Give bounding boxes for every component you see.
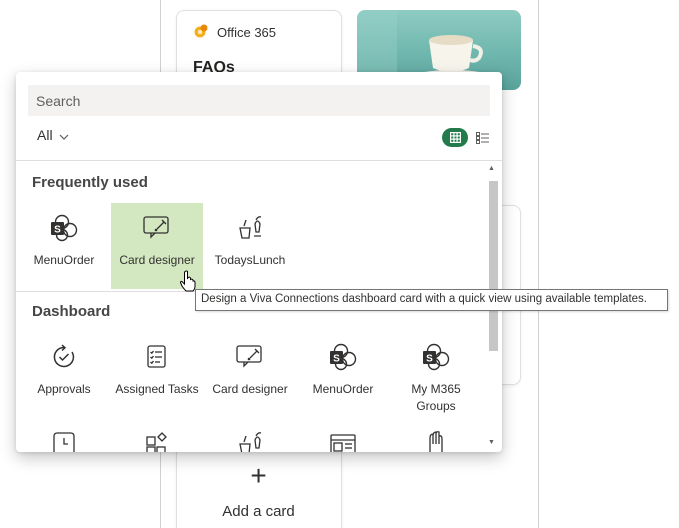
add-card-plus-icon[interactable]: + — [176, 460, 341, 492]
approvals-icon — [18, 342, 110, 372]
hand-cursor-icon — [179, 270, 197, 297]
tile-partial[interactable] — [297, 419, 389, 452]
tooltip: Design a Viva Connections dashboard card… — [195, 289, 668, 311]
scroll-up-icon[interactable]: ▲ — [488, 165, 495, 172]
card-designer-icon — [204, 342, 296, 372]
list-view-icon[interactable] — [474, 130, 490, 146]
tile-my-m365-groups[interactable]: S My M365 Groups — [390, 332, 482, 418]
lunch-icon — [204, 429, 296, 452]
card-source-label: Office 365 — [217, 25, 277, 40]
tile-todayslunch[interactable]: TodaysLunch — [204, 203, 296, 289]
view-toggle — [442, 128, 490, 147]
svg-text:S: S — [333, 354, 340, 365]
tile-partial[interactable] — [18, 419, 110, 452]
office-365-icon — [193, 23, 209, 42]
chevron-down-icon — [59, 127, 69, 143]
search-input[interactable] — [28, 85, 490, 116]
tile-menuorder[interactable]: S MenuOrder — [18, 203, 110, 289]
card-picker-panel: All Frequently used S MenuOrder — [16, 72, 502, 452]
news-icon — [297, 429, 389, 452]
tile-assigned-tasks[interactable]: Assigned Tasks — [111, 332, 203, 418]
section-title-dashboard: Dashboard — [32, 303, 111, 320]
tile-label: Approvals — [37, 382, 91, 396]
lunch-icon — [204, 213, 296, 243]
column-divider — [538, 0, 539, 528]
tile-partial[interactable] — [111, 419, 203, 452]
tasks-icon — [111, 342, 203, 372]
svg-text:S: S — [426, 354, 433, 365]
filter-label: All — [37, 127, 53, 143]
tile-partial[interactable] — [204, 419, 296, 452]
tile-label: Card designer — [119, 253, 195, 267]
sharepoint-icon: S — [390, 342, 482, 372]
scroll-down-icon[interactable]: ▼ — [488, 439, 495, 446]
sharepoint-icon: S — [297, 342, 389, 372]
tile-label: Card designer — [212, 382, 288, 396]
grid-view-icon[interactable] — [442, 128, 468, 147]
tile-menuorder-dashboard[interactable]: S MenuOrder — [297, 332, 389, 418]
card-source: Office 365 — [193, 23, 276, 42]
hand-icon — [390, 429, 482, 452]
filter-dropdown[interactable]: All — [37, 127, 69, 143]
clock-icon — [18, 429, 110, 452]
sharepoint-icon: S — [18, 213, 110, 243]
tile-label: TodaysLunch — [214, 253, 286, 267]
tile-label: MenuOrder — [312, 382, 374, 396]
tile-label: MenuOrder — [33, 253, 95, 267]
tile-approvals[interactable]: Approvals — [18, 332, 110, 418]
apps-icon — [111, 429, 203, 452]
section-title-frequently-used: Frequently used — [32, 174, 148, 191]
svg-text:S: S — [54, 225, 61, 236]
dashboard-canvas: Office 365 FAQs + Add a card All — [0, 0, 679, 528]
tile-label: Assigned Tasks — [115, 382, 199, 396]
add-card-label[interactable]: Add a card — [176, 503, 341, 520]
scrollbar-thumb[interactable] — [489, 181, 498, 351]
tile-partial[interactable] — [390, 419, 482, 452]
tile-card-designer-dashboard[interactable]: Card designer — [204, 332, 296, 418]
card-designer-icon — [111, 213, 203, 243]
tile-label: My M365 Groups — [411, 382, 461, 413]
